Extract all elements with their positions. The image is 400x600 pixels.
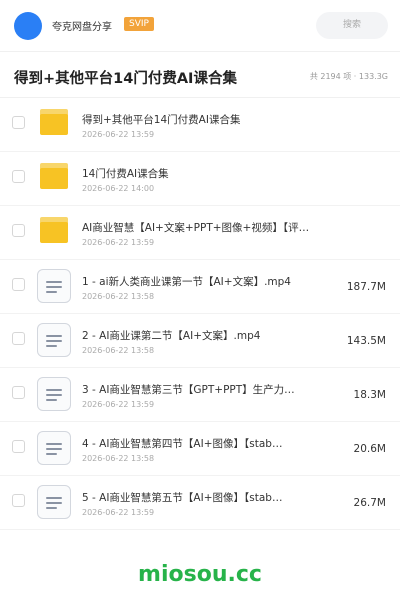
file-date: 2026-06-22 13:58	[82, 292, 155, 301]
row-checkbox[interactable]	[12, 224, 25, 237]
svip-badge[interactable]: SVIP	[124, 17, 154, 31]
file-date: 2026-06-22 13:59	[82, 508, 155, 517]
file-name: 1 - ai新人类商业课第一节【AI+文案】.mp4	[82, 276, 291, 288]
list-item[interactable]: 3 - AI商业智慧第三节【GPT+PPT】生产力… 2026-06-22 13…	[0, 368, 400, 422]
file-date: 2026-06-22 13:59	[82, 400, 155, 409]
file-date: 2026-06-22 13:58	[82, 346, 155, 355]
file-name: 5 - AI商业智慧第五节【AI+图像】【stab…	[82, 492, 283, 504]
document-icon	[37, 485, 71, 519]
file-date: 2026-06-22 14:00	[82, 184, 155, 193]
file-name: 2 - AI商业课第二节【AI+文案】.mp4	[82, 330, 261, 342]
row-checkbox[interactable]	[12, 332, 25, 345]
file-name: 3 - AI商业智慧第三节【GPT+PPT】生产力…	[82, 384, 295, 396]
list-item[interactable]: 得到+其他平台14门付费AI课合集 2026-06-22 13:59	[0, 98, 400, 152]
document-icon	[37, 323, 71, 357]
page-title: 得到+其他平台14门付费AI课合集	[14, 71, 237, 87]
file-name: 得到+其他平台14门付费AI课合集	[82, 114, 241, 126]
file-list: 得到+其他平台14门付费AI课合集 2026-06-22 13:59 14门付费…	[0, 98, 400, 530]
row-checkbox[interactable]	[12, 494, 25, 507]
file-size: 143.5M	[346, 335, 386, 347]
file-date: 2026-06-22 13:58	[82, 454, 155, 463]
file-date: 2026-06-22 13:59	[82, 130, 155, 139]
list-item[interactable]: 5 - AI商业智慧第五节【AI+图像】【stab… 2026-06-22 13…	[0, 476, 400, 530]
file-name: 4 - AI商业智慧第四节【AI+图像】【stab…	[82, 438, 283, 450]
list-item[interactable]: AI商业智慧【AI+文案+PPT+图像+视频】【评… 2026-06-22 13…	[0, 206, 400, 260]
list-item[interactable]: 14门付费AI课合集 2026-06-22 14:00	[0, 152, 400, 206]
folder-icon	[40, 217, 68, 243]
document-icon	[37, 269, 71, 303]
search-input[interactable]: 搜索	[316, 12, 388, 39]
folder-icon	[40, 163, 68, 189]
watermark: miosou.cc	[138, 562, 262, 587]
app-name: 夸克网盘分享	[52, 22, 112, 33]
avatar[interactable]	[14, 12, 42, 40]
file-name: AI商业智慧【AI+文案+PPT+图像+视频】【评…	[82, 222, 310, 234]
file-size: 18.3M	[353, 389, 386, 401]
item-summary: 共 2194 项 · 133.3G	[309, 72, 388, 81]
row-checkbox[interactable]	[12, 116, 25, 129]
row-checkbox[interactable]	[12, 440, 25, 453]
header: 夸克网盘分享 SVIP 搜索	[0, 0, 400, 52]
file-size: 187.7M	[346, 281, 386, 293]
file-date: 2026-06-22 13:59	[82, 238, 155, 247]
file-size: 20.6M	[353, 443, 386, 455]
document-icon	[37, 377, 71, 411]
file-size: 26.7M	[353, 497, 386, 509]
folder-icon	[40, 109, 68, 135]
document-icon	[37, 431, 71, 465]
list-item[interactable]: 1 - ai新人类商业课第一节【AI+文案】.mp4 2026-06-22 13…	[0, 260, 400, 314]
row-checkbox[interactable]	[12, 170, 25, 183]
title-bar: 得到+其他平台14门付费AI课合集 共 2194 项 · 133.3G	[0, 52, 400, 98]
row-checkbox[interactable]	[12, 386, 25, 399]
file-name: 14门付费AI课合集	[82, 168, 169, 180]
row-checkbox[interactable]	[12, 278, 25, 291]
list-item[interactable]: 4 - AI商业智慧第四节【AI+图像】【stab… 2026-06-22 13…	[0, 422, 400, 476]
list-item[interactable]: 2 - AI商业课第二节【AI+文案】.mp4 2026-06-22 13:58…	[0, 314, 400, 368]
